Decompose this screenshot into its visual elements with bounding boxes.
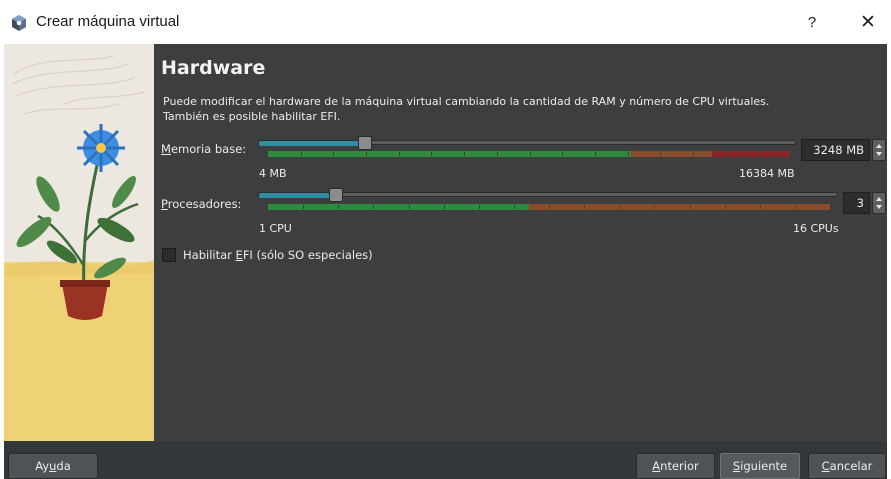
zone-tick (726, 152, 727, 156)
zone-tick (514, 205, 515, 209)
zone-segment (631, 151, 712, 157)
zone-segment (712, 151, 790, 157)
page-title: Hardware (161, 57, 266, 79)
zone-tick (595, 152, 596, 156)
zone-segment (268, 204, 529, 210)
processors-slider-fill (259, 193, 336, 198)
zone-tick (303, 205, 304, 209)
close-icon[interactable]: ✕ (852, 8, 884, 38)
virtualbox-icon (12, 15, 26, 31)
memory-label: Memoria base: (161, 142, 247, 156)
description-line-2: También es posible habilitar EFI. (163, 110, 341, 123)
page-description: Puede modificar el hardware de la máquin… (163, 94, 863, 124)
plant-illustration (4, 44, 154, 441)
processors-min-label: 1 CPU (259, 222, 292, 235)
zone-tick (693, 152, 694, 156)
zone-tick (444, 205, 445, 209)
zone-tick (373, 205, 374, 209)
zone-tick (654, 205, 655, 209)
zone-tick (338, 205, 339, 209)
help-button[interactable]: Ayuda (8, 453, 98, 479)
zone-tick (366, 152, 367, 156)
zone-segment (268, 151, 631, 157)
zone-tick (760, 205, 761, 209)
processors-value-field[interactable]: 3 (843, 192, 870, 214)
zone-tick (479, 205, 480, 209)
zone-tick (530, 152, 531, 156)
window-title: Crear máquina virtual (36, 13, 180, 30)
processors-spin-buttons[interactable] (872, 192, 886, 214)
zone-tick (795, 205, 796, 209)
processors-slider-track[interactable] (258, 192, 838, 197)
zone-tick (660, 152, 661, 156)
processors-slider-handle[interactable] (329, 188, 343, 202)
zone-tick (301, 152, 302, 156)
spin-down-icon[interactable] (876, 205, 882, 209)
zone-tick (584, 205, 585, 209)
zone-tick (628, 152, 629, 156)
zone-segment (529, 204, 830, 210)
zone-tick (619, 205, 620, 209)
description-line-1: Puede modificar el hardware de la máquin… (163, 95, 770, 108)
zone-tick (562, 152, 563, 156)
zone-tick (725, 205, 726, 209)
efi-checkbox[interactable] (162, 248, 176, 262)
help-icon[interactable]: ? (797, 8, 827, 38)
zone-tick (549, 205, 550, 209)
memory-slider-fill (259, 141, 365, 146)
spin-up-icon[interactable] (876, 197, 882, 201)
zone-tick (497, 152, 498, 156)
title-bar: Crear máquina virtual ? ✕ (0, 0, 891, 44)
efi-checkbox-label[interactable]: Habilitar EFI (sólo SO especiales) (183, 248, 373, 262)
memory-value-field[interactable]: 3248 MB (801, 139, 870, 161)
memory-spin-buttons[interactable] (872, 139, 886, 161)
memory-min-label: 4 MB (259, 167, 287, 180)
memory-max-label: 16384 MB (739, 167, 795, 180)
zone-tick (409, 205, 410, 209)
spin-down-icon[interactable] (876, 152, 882, 156)
zone-tick (431, 152, 432, 156)
processors-max-label: 16 CPUs (793, 222, 839, 235)
zone-tick (333, 152, 334, 156)
spin-up-icon[interactable] (876, 144, 882, 148)
zone-tick (690, 205, 691, 209)
zone-tick (464, 152, 465, 156)
next-button[interactable]: Siguiente (720, 453, 800, 479)
processors-label: Procesadores: (161, 197, 242, 211)
cancel-button[interactable]: Cancelar (808, 453, 886, 479)
zone-tick (399, 152, 400, 156)
back-button[interactable]: Anterior (636, 453, 715, 479)
zone-tick (758, 152, 759, 156)
memory-slider-handle[interactable] (358, 136, 372, 150)
